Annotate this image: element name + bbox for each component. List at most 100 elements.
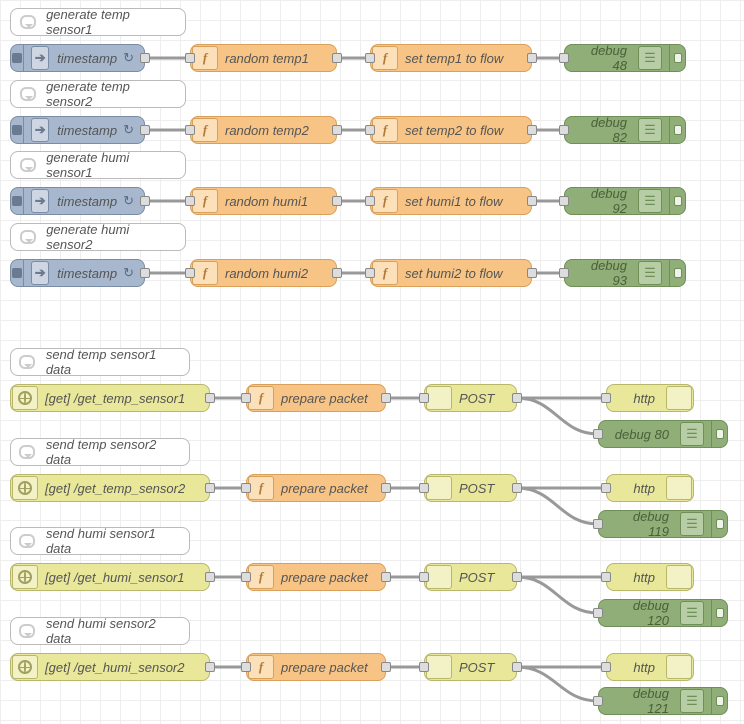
node-label: http bbox=[619, 391, 659, 406]
comment-node[interactable]: generate temp sensor1 bbox=[10, 8, 186, 36]
debug-icon: ☰ bbox=[638, 118, 662, 142]
inject-button[interactable] bbox=[11, 188, 24, 214]
node-label: debug 119 bbox=[611, 509, 673, 539]
comment-label: generate temp sensor1 bbox=[46, 7, 175, 37]
inject-button[interactable] bbox=[11, 117, 24, 143]
http-request-node[interactable]: POST bbox=[424, 384, 517, 412]
node-label: POST bbox=[459, 570, 494, 585]
debug-node[interactable]: debug 92 ☰ bbox=[564, 187, 686, 215]
comment-label: send temp sensor1 data bbox=[46, 347, 179, 377]
node-label: set temp2 to flow bbox=[405, 123, 503, 138]
function-icon: f bbox=[192, 189, 218, 213]
debug-toggle[interactable] bbox=[711, 688, 727, 714]
function-node[interactable]: f set humi2 to flow bbox=[370, 259, 532, 287]
function-node[interactable]: f random humi1 bbox=[190, 187, 337, 215]
http-response-node[interactable]: http bbox=[606, 563, 694, 591]
globe-icon bbox=[666, 655, 692, 679]
function-node[interactable]: f set temp1 to flow bbox=[370, 44, 532, 72]
function-icon: f bbox=[372, 118, 398, 142]
comment-label: generate humi sensor2 bbox=[46, 222, 175, 252]
node-label: POST bbox=[459, 481, 494, 496]
http-in-node[interactable]: [get] /get_humi_sensor2 bbox=[10, 653, 210, 681]
comment-node[interactable]: send temp sensor1 data bbox=[10, 348, 190, 376]
function-node[interactable]: f random temp2 bbox=[190, 116, 337, 144]
function-icon: f bbox=[192, 118, 218, 142]
debug-node[interactable]: debug 120 ☰ bbox=[598, 599, 728, 627]
debug-toggle[interactable] bbox=[711, 600, 727, 626]
inject-button[interactable] bbox=[11, 260, 24, 286]
comment-node[interactable]: send temp sensor2 data bbox=[10, 438, 190, 466]
inject-node[interactable]: ➔ timestamp ↻ bbox=[10, 44, 145, 72]
http-request-node[interactable]: POST bbox=[424, 563, 517, 591]
function-icon: f bbox=[248, 655, 274, 679]
debug-node[interactable]: debug 93 ☰ bbox=[564, 259, 686, 287]
function-node[interactable]: f prepare packet bbox=[246, 384, 386, 412]
node-label: random temp1 bbox=[225, 51, 309, 66]
node-label: debug 80 bbox=[611, 427, 673, 442]
globe-icon bbox=[426, 655, 452, 679]
comment-node[interactable]: generate humi sensor1 bbox=[10, 151, 186, 179]
function-node[interactable]: f prepare packet bbox=[246, 563, 386, 591]
http-request-node[interactable]: POST bbox=[424, 474, 517, 502]
http-response-node[interactable]: http bbox=[606, 384, 694, 412]
globe-icon bbox=[666, 565, 692, 589]
comment-node[interactable]: send humi sensor1 data bbox=[10, 527, 190, 555]
http-in-node[interactable]: [get] /get_temp_sensor2 bbox=[10, 474, 210, 502]
globe-icon bbox=[12, 565, 38, 589]
node-label: set humi2 to flow bbox=[405, 266, 503, 281]
comment-node[interactable]: generate humi sensor2 bbox=[10, 223, 186, 251]
comment-icon bbox=[15, 441, 40, 463]
node-label: prepare packet bbox=[281, 481, 368, 496]
comment-node[interactable]: generate temp sensor2 bbox=[10, 80, 186, 108]
inject-node[interactable]: ➔ timestamp ↻ bbox=[10, 116, 145, 144]
function-icon: f bbox=[192, 46, 218, 70]
debug-node[interactable]: debug 119 ☰ bbox=[598, 510, 728, 538]
globe-icon bbox=[12, 476, 38, 500]
http-in-node[interactable]: [get] /get_humi_sensor1 bbox=[10, 563, 210, 591]
comment-icon bbox=[15, 226, 40, 248]
function-node[interactable]: f random temp1 bbox=[190, 44, 337, 72]
debug-icon: ☰ bbox=[638, 189, 662, 213]
inject-icon: ➔ bbox=[31, 189, 49, 213]
debug-node[interactable]: debug 82 ☰ bbox=[564, 116, 686, 144]
function-node[interactable]: f prepare packet bbox=[246, 474, 386, 502]
node-label: debug 92 bbox=[577, 186, 631, 216]
function-node[interactable]: f prepare packet bbox=[246, 653, 386, 681]
inject-button[interactable] bbox=[11, 45, 24, 71]
http-response-node[interactable]: http bbox=[606, 653, 694, 681]
debug-toggle[interactable] bbox=[711, 421, 727, 447]
http-response-node[interactable]: http bbox=[606, 474, 694, 502]
node-label: debug 121 bbox=[611, 686, 673, 716]
http-in-node[interactable]: [get] /get_temp_sensor1 bbox=[10, 384, 210, 412]
debug-node[interactable]: debug 80 ☰ bbox=[598, 420, 728, 448]
function-node[interactable]: f random humi2 bbox=[190, 259, 337, 287]
comment-icon bbox=[15, 351, 40, 373]
debug-toggle[interactable] bbox=[669, 188, 685, 214]
comment-label: send humi sensor2 data bbox=[46, 616, 179, 646]
debug-toggle[interactable] bbox=[711, 511, 727, 537]
inject-node[interactable]: ➔ timestamp ↻ bbox=[10, 259, 145, 287]
node-label: timestamp bbox=[55, 194, 117, 209]
globe-icon bbox=[12, 386, 38, 410]
node-label: random temp2 bbox=[225, 123, 309, 138]
function-node[interactable]: f set humi1 to flow bbox=[370, 187, 532, 215]
node-label: POST bbox=[459, 391, 494, 406]
http-request-node[interactable]: POST bbox=[424, 653, 517, 681]
comment-node[interactable]: send humi sensor2 data bbox=[10, 617, 190, 645]
debug-toggle[interactable] bbox=[669, 45, 685, 71]
inject-icon: ➔ bbox=[31, 261, 49, 285]
node-label: prepare packet bbox=[281, 391, 368, 406]
repeat-icon: ↻ bbox=[123, 122, 134, 138]
debug-node[interactable]: debug 121 ☰ bbox=[598, 687, 728, 715]
debug-toggle[interactable] bbox=[669, 260, 685, 286]
inject-node[interactable]: ➔ timestamp ↻ bbox=[10, 187, 145, 215]
function-icon: f bbox=[372, 189, 398, 213]
node-label: [get] /get_temp_sensor1 bbox=[45, 391, 185, 406]
node-label: set temp1 to flow bbox=[405, 51, 503, 66]
globe-icon bbox=[666, 476, 692, 500]
function-node[interactable]: f set temp2 to flow bbox=[370, 116, 532, 144]
node-label: timestamp bbox=[55, 266, 117, 281]
debug-node[interactable]: debug 48 ☰ bbox=[564, 44, 686, 72]
debug-icon: ☰ bbox=[680, 512, 704, 536]
debug-toggle[interactable] bbox=[669, 117, 685, 143]
